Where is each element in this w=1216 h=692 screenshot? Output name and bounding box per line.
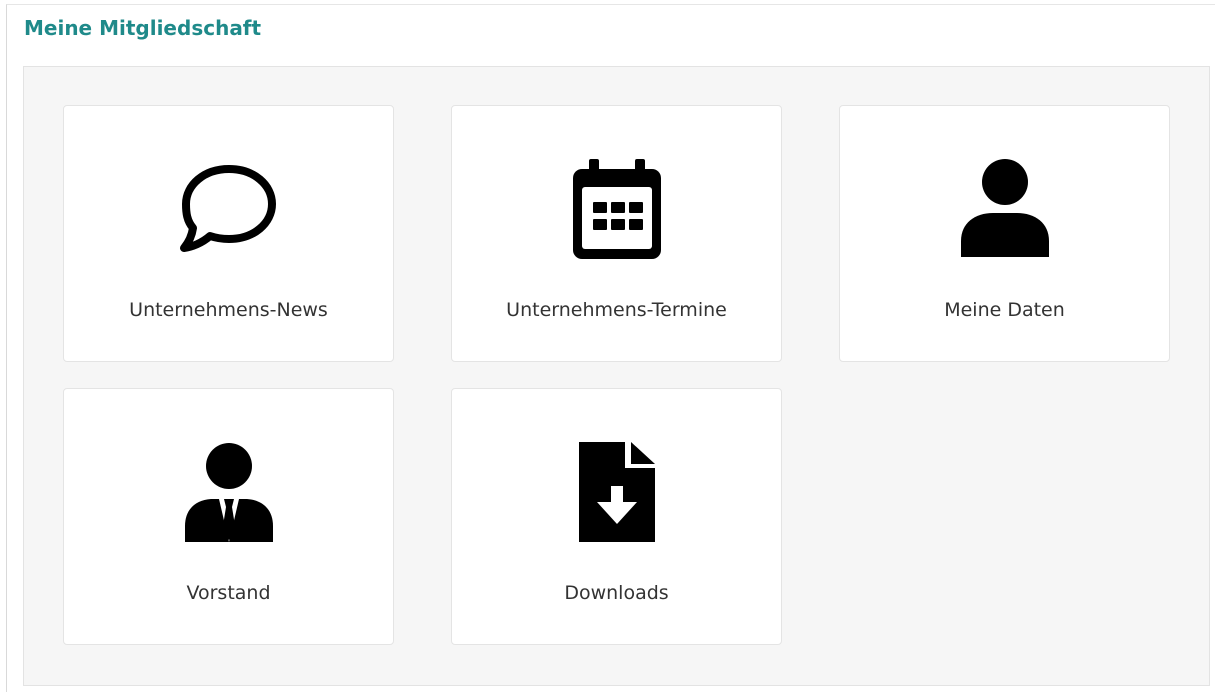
tile-vorstand[interactable]: Vorstand [63,388,394,645]
speech-bubble-icon [64,156,393,262]
calendar-icon [452,156,781,262]
file-download-icon [452,439,781,545]
tile-label: Meine Daten [944,299,1065,321]
tile-label: Downloads [564,582,669,604]
user-icon [840,156,1169,262]
page-title: Meine Mitgliedschaft [24,16,262,40]
tile-label: Unternehmens-News [129,299,328,321]
user-tie-icon [64,439,393,545]
tile-meine-daten[interactable]: Meine Daten [839,105,1170,362]
tile-downloads[interactable]: Downloads [451,388,782,645]
membership-frame: Meine Mitgliedschaft Unternehmens-News U… [6,4,1215,692]
tile-label: Vorstand [186,582,271,604]
tile-unternehmens-news[interactable]: Unternehmens-News [63,105,394,362]
tile-label: Unternehmens-Termine [506,299,727,321]
tile-unternehmens-termine[interactable]: Unternehmens-Termine [451,105,782,362]
tiles-panel: Unternehmens-News Unternehmens-Termine M… [23,66,1210,686]
